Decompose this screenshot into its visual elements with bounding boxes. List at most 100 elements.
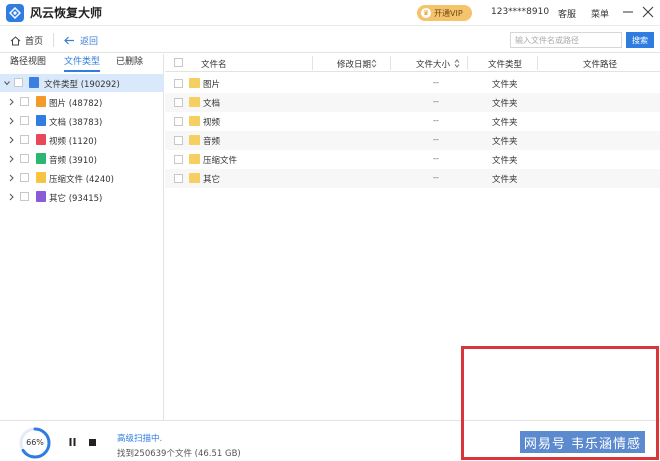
- folder-icon: [189, 97, 200, 107]
- tree-checkbox[interactable]: [20, 116, 29, 125]
- chevron-right-icon[interactable]: [8, 98, 14, 106]
- column-path[interactable]: 文件路径: [583, 58, 617, 70]
- home-label: 首页: [25, 37, 44, 47]
- tree-item-label: 文件类型 (190292): [44, 80, 120, 90]
- sort-icon[interactable]: [454, 59, 460, 68]
- row-type: 文件夹: [492, 118, 518, 128]
- tree-checkbox[interactable]: [20, 173, 29, 182]
- app-logo-icon: [6, 3, 24, 22]
- user-phone[interactable]: 123****8910: [491, 7, 549, 17]
- row-name: 文档: [203, 99, 221, 109]
- row-type: 文件夹: [492, 99, 518, 109]
- back-arrow-icon: [64, 36, 74, 45]
- minimize-icon[interactable]: [622, 6, 634, 18]
- chevron-down-icon[interactable]: [4, 79, 10, 87]
- table-row[interactable]: 文档 -- 文件夹: [165, 93, 660, 112]
- search-button[interactable]: 搜索: [626, 32, 654, 48]
- table-row[interactable]: 其它 -- 文件夹: [165, 169, 660, 188]
- vip-button[interactable]: ♛ 开通VIP: [417, 5, 472, 21]
- app-title: 风云恢复大师: [30, 6, 103, 20]
- tree-item[interactable]: 其它 (93415): [0, 188, 164, 206]
- stop-icon[interactable]: [89, 439, 96, 446]
- chevron-right-icon[interactable]: [8, 136, 14, 144]
- select-all-checkbox[interactable]: [174, 58, 183, 67]
- tree-item[interactable]: 压缩文件 (4240): [0, 169, 164, 187]
- back-label: 返回: [80, 37, 99, 47]
- sort-icon[interactable]: [371, 59, 377, 68]
- tree-item[interactable]: 文件类型 (190292): [0, 74, 164, 92]
- back-button[interactable]: 返回: [64, 34, 98, 47]
- row-checkbox[interactable]: [174, 98, 183, 107]
- files-found-text: 找到250639个文件 (46.51 GB): [117, 449, 241, 459]
- folder-icon: [189, 116, 200, 126]
- toolbar: 首页 返回 搜索: [0, 27, 660, 53]
- tree-checkbox[interactable]: [20, 97, 29, 106]
- chevron-right-icon[interactable]: [8, 117, 14, 125]
- tree-item[interactable]: 文档 (38783): [0, 112, 164, 130]
- column-divider: [537, 56, 538, 70]
- left-panel: 路径视图 文件类型 已删除 文件类型 (190292) 图片 (48782) 文档 …: [0, 54, 164, 420]
- home-button[interactable]: 首页: [10, 34, 43, 47]
- tree-item[interactable]: 音频 (3910): [0, 150, 164, 168]
- menu-button[interactable]: 菜单: [591, 7, 609, 20]
- service-button[interactable]: 客服: [558, 7, 576, 20]
- pause-icon[interactable]: [69, 438, 76, 446]
- row-name: 视频: [203, 118, 221, 128]
- tree-item-label: 压缩文件 (4240): [49, 175, 114, 185]
- tree-item-label: 其它 (93415): [49, 194, 103, 204]
- column-divider: [312, 56, 313, 70]
- chevron-right-icon[interactable]: [8, 174, 14, 182]
- tree-checkbox[interactable]: [14, 78, 23, 87]
- image-icon: [36, 96, 46, 107]
- table-row[interactable]: 音频 -- 文件夹: [165, 131, 660, 150]
- column-divider: [467, 56, 468, 70]
- tab-deleted[interactable]: 已删除: [116, 54, 143, 72]
- tab-file-type[interactable]: 文件类型: [64, 54, 101, 72]
- scan-status-text: 高级扫描中.: [117, 434, 163, 444]
- column-name[interactable]: 文件名: [201, 58, 227, 70]
- row-size: --: [433, 78, 439, 87]
- tree-checkbox[interactable]: [20, 192, 29, 201]
- column-type[interactable]: 文件类型: [488, 58, 522, 70]
- folder-icon: [189, 78, 200, 88]
- tree-item-label: 音频 (3910): [49, 156, 97, 166]
- tab-path-view[interactable]: 路径视图: [10, 54, 46, 72]
- drive-icon: [29, 77, 39, 88]
- search-input[interactable]: [510, 32, 622, 48]
- row-checkbox[interactable]: [174, 174, 183, 183]
- folder-icon: [189, 154, 200, 164]
- tree-checkbox[interactable]: [20, 154, 29, 163]
- row-size: --: [433, 135, 439, 144]
- table-row[interactable]: 图片 -- 文件夹: [165, 74, 660, 93]
- table-row[interactable]: 视频 -- 文件夹: [165, 112, 660, 131]
- row-type: 文件夹: [492, 137, 518, 147]
- chevron-right-icon[interactable]: [8, 155, 14, 163]
- table-row[interactable]: 压缩文件 -- 文件夹: [165, 150, 660, 169]
- video-icon: [36, 134, 46, 145]
- row-size: --: [433, 97, 439, 106]
- row-checkbox[interactable]: [174, 155, 183, 164]
- folder-icon: [189, 173, 200, 183]
- row-checkbox[interactable]: [174, 136, 183, 145]
- column-modified[interactable]: 修改日期: [337, 58, 371, 70]
- tree-item-label: 文档 (38783): [49, 118, 103, 128]
- crown-icon: ♛: [421, 8, 431, 18]
- doc-icon: [36, 115, 46, 126]
- row-size: --: [433, 173, 439, 182]
- archive-icon: [36, 172, 46, 183]
- other-icon: [36, 191, 46, 202]
- audio-icon: [36, 153, 46, 164]
- column-size[interactable]: 文件大小: [416, 58, 450, 70]
- home-icon: [10, 35, 21, 45]
- close-icon[interactable]: [642, 6, 654, 18]
- tree-item[interactable]: 视频 (1120): [0, 131, 164, 149]
- chevron-right-icon[interactable]: [8, 193, 14, 201]
- row-size: --: [433, 116, 439, 125]
- column-divider: [390, 56, 391, 70]
- tree-item-label: 图片 (48782): [49, 99, 103, 109]
- row-checkbox[interactable]: [174, 79, 183, 88]
- row-checkbox[interactable]: [174, 117, 183, 126]
- tree-item[interactable]: 图片 (48782): [0, 93, 164, 111]
- view-tabs: 路径视图 文件类型 已删除: [0, 54, 164, 72]
- tree-checkbox[interactable]: [20, 135, 29, 144]
